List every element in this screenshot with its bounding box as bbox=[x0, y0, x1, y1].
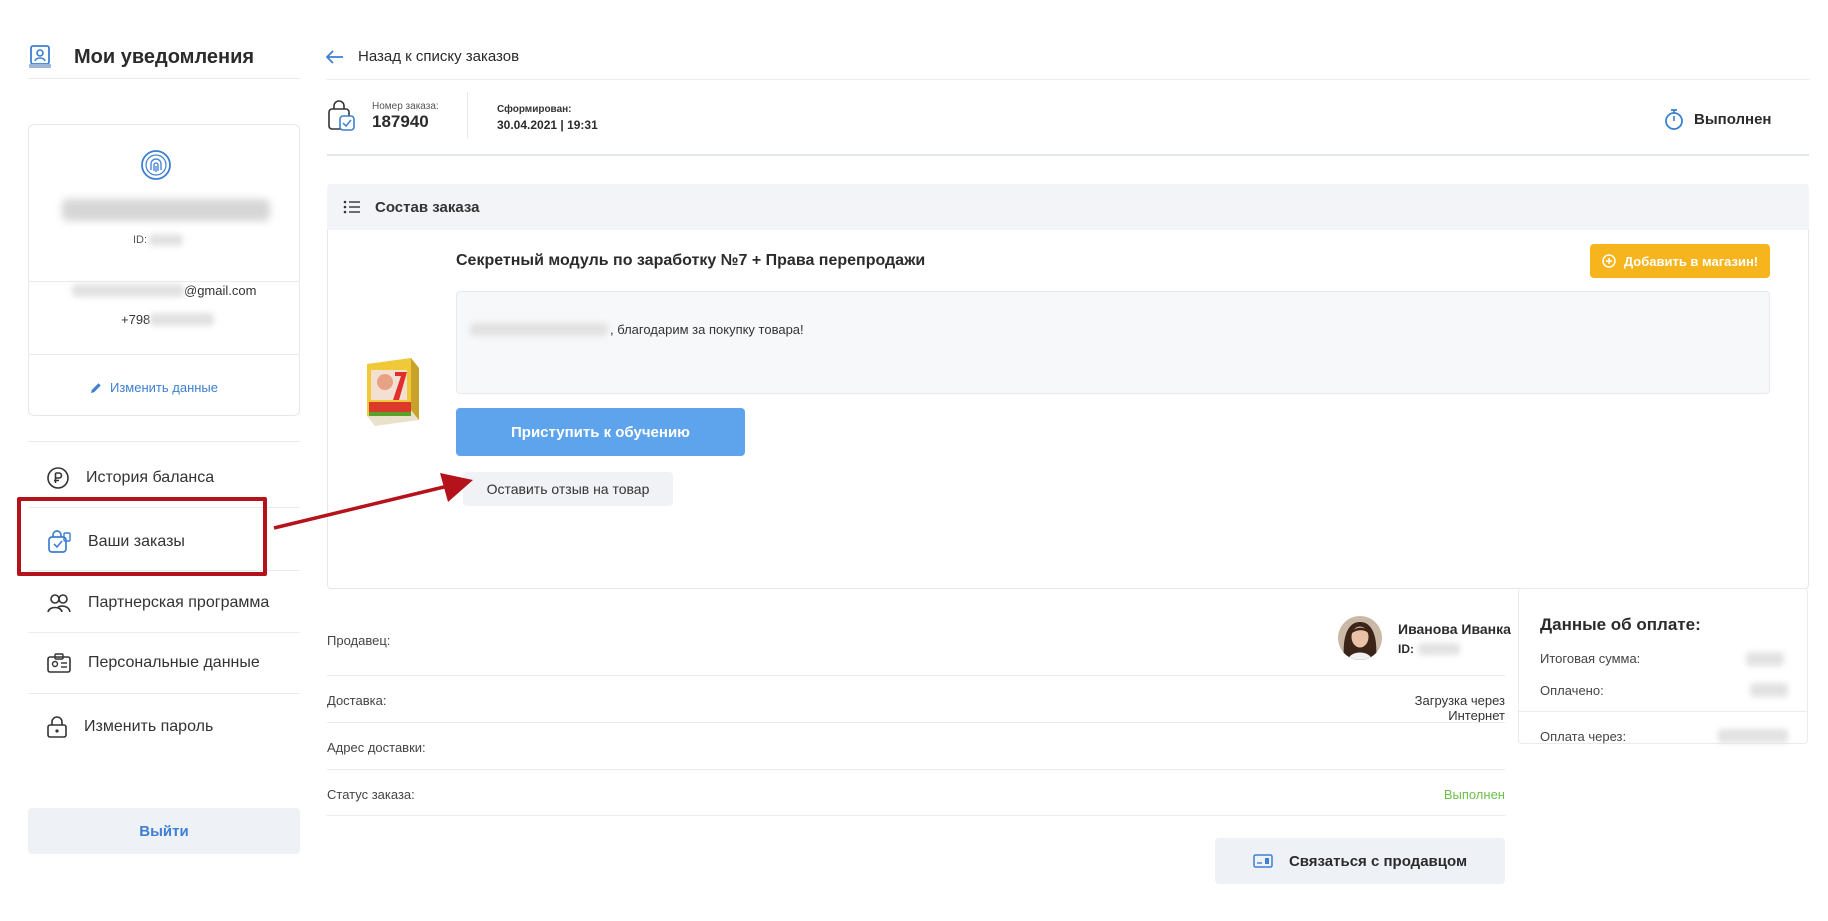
menu-item-label: История баланса bbox=[86, 469, 215, 486]
menu-item-partner-program[interactable]: Партнерская программа bbox=[28, 573, 300, 633]
add-to-shop-button[interactable]: Добавить в магазин! bbox=[1590, 244, 1770, 278]
phone-blurred bbox=[150, 313, 215, 326]
product-image[interactable] bbox=[361, 354, 425, 428]
payment-via-blurred bbox=[1718, 729, 1788, 743]
seller-name[interactable]: Иванова Иванка bbox=[1398, 621, 1511, 637]
order-section-title: Состав заказа bbox=[375, 198, 480, 216]
edit-profile-label: Изменить данные bbox=[110, 380, 218, 395]
profile-id-blurred bbox=[149, 234, 184, 246]
vertical-divider bbox=[467, 92, 468, 138]
payment-total-label: Итоговая сумма: bbox=[1540, 651, 1641, 666]
annotation-arrow bbox=[273, 473, 473, 530]
menu-item-label: Персональные данные bbox=[88, 654, 260, 671]
divider bbox=[327, 769, 1505, 770]
divider bbox=[28, 281, 300, 282]
seller-id-label: ID: bbox=[1398, 642, 1414, 656]
chat-icon bbox=[1253, 853, 1273, 869]
start-learning-button[interactable]: Приступить к обучению bbox=[456, 408, 745, 456]
order-section-header: Состав заказа bbox=[327, 184, 1809, 230]
divider bbox=[28, 78, 300, 79]
arrow-left-icon bbox=[326, 49, 344, 64]
order-status-label: Выполнен bbox=[1694, 110, 1772, 128]
email-blurred bbox=[72, 284, 184, 297]
order-number-label: Номер заказа: bbox=[372, 101, 439, 112]
created-label: Сформирован: bbox=[497, 104, 572, 115]
address-label: Адрес доставки: bbox=[327, 740, 426, 755]
seller-id: ID: bbox=[1398, 642, 1460, 656]
payment-via-label: Оплата через: bbox=[1540, 729, 1627, 744]
payment-card bbox=[1518, 588, 1808, 744]
menu-item-change-password[interactable]: Изменить пароль bbox=[28, 697, 300, 757]
product-title[interactable]: Секретный модуль по заработку №7 + Права… bbox=[456, 252, 925, 270]
back-to-orders-link[interactable]: Назад к списку заказов bbox=[326, 48, 519, 65]
payment-paid-label: Оплачено: bbox=[1540, 683, 1604, 698]
contact-seller-button[interactable]: Связаться с продавцом bbox=[1215, 838, 1505, 884]
payment-paid-blurred bbox=[1750, 683, 1788, 697]
payment-title: Данные об оплате: bbox=[1540, 615, 1701, 634]
divider bbox=[327, 79, 1809, 80]
payment-total-blurred bbox=[1746, 652, 1784, 666]
profile-id-label: ID: bbox=[133, 234, 148, 246]
order-status-value: Выполнен bbox=[1443, 787, 1505, 802]
notifications-icon bbox=[28, 44, 52, 70]
delivery-value: Загрузка через Интернет bbox=[1414, 693, 1505, 723]
delivery-label: Доставка: bbox=[327, 693, 387, 708]
divider bbox=[28, 441, 300, 442]
divider bbox=[327, 675, 1505, 676]
lock-icon bbox=[46, 715, 68, 739]
leave-review-button[interactable]: Оставить отзыв на товар bbox=[463, 472, 673, 506]
menu-item-personal-data[interactable]: Персональные данные bbox=[28, 633, 300, 693]
back-label: Назад к списку заказов bbox=[358, 48, 520, 65]
email-suffix: @gmail.com bbox=[184, 283, 257, 298]
pencil-icon bbox=[90, 382, 102, 394]
divider bbox=[28, 354, 300, 355]
ruble-icon bbox=[46, 466, 70, 490]
divider bbox=[327, 722, 1505, 723]
thanks-message-box bbox=[456, 291, 1770, 394]
divider bbox=[327, 815, 1505, 816]
edit-profile-link[interactable]: Изменить данные bbox=[90, 380, 218, 395]
seller-id-blurred bbox=[1418, 643, 1460, 655]
header-divider bbox=[327, 154, 1809, 156]
notifications-header[interactable]: Мои уведомления bbox=[28, 44, 254, 70]
stopwatch-icon bbox=[1664, 108, 1684, 130]
phone-prefix: +798 bbox=[121, 312, 151, 327]
menu-item-label: Партнерская программа bbox=[88, 594, 270, 611]
contact-seller-label: Связаться с продавцом bbox=[1288, 852, 1468, 870]
profile-phone: +798 bbox=[121, 312, 215, 327]
profile-name-blurred bbox=[62, 199, 270, 221]
menu-item-label: Изменить пароль bbox=[84, 718, 214, 735]
logout-button[interactable]: Выйти bbox=[28, 808, 300, 854]
fingerprint-avatar-icon bbox=[140, 149, 172, 181]
order-status-top: Выполнен bbox=[1664, 108, 1771, 130]
created-block: Сформирован: 30.04.2021 | 19:31 bbox=[497, 104, 598, 132]
profile-id: ID: bbox=[133, 234, 184, 246]
order-number: 187940 bbox=[372, 112, 429, 131]
id-card-icon bbox=[46, 651, 72, 675]
created-value: 30.04.2021 | 19:31 bbox=[497, 118, 598, 132]
divider bbox=[28, 693, 300, 694]
annotation-highlight-box bbox=[17, 497, 267, 576]
add-to-shop-label: Добавить в магазин! bbox=[1623, 253, 1759, 269]
profile-email: @gmail.com bbox=[72, 283, 256, 298]
buyer-name-blurred bbox=[470, 323, 608, 336]
order-number-block: Номер заказа: 187940 bbox=[372, 101, 439, 132]
seller-avatar[interactable] bbox=[1338, 616, 1382, 660]
partners-icon bbox=[46, 591, 72, 615]
plus-circle-icon bbox=[1602, 254, 1616, 268]
order-status-label: Статус заказа: bbox=[327, 787, 415, 802]
notifications-title: Мои уведомления bbox=[74, 45, 255, 68]
seller-label: Продавец: bbox=[327, 633, 391, 648]
thanks-message: , благодарим за покупку товара! bbox=[610, 322, 804, 337]
divider bbox=[1518, 711, 1808, 712]
order-bag-icon bbox=[327, 100, 357, 132]
list-icon bbox=[343, 200, 361, 214]
